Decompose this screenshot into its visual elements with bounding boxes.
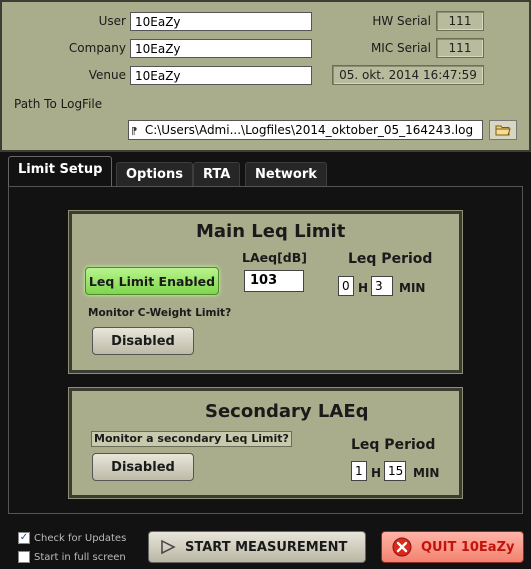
browse-folder-button[interactable] <box>489 120 517 140</box>
company-field[interactable]: 10EaZy <box>130 39 312 58</box>
laeq-limit-input[interactable]: 103 <box>244 270 304 292</box>
check-updates-checkbox[interactable]: ✓ <box>18 532 30 544</box>
laeq-label: LAeq[dB] <box>242 250 307 265</box>
datetime-display: 05. okt. 2014 16:47:59 <box>332 65 484 85</box>
user-label: User <box>98 14 126 28</box>
folder-icon <box>495 125 511 136</box>
main-hours-unit: H <box>358 281 369 295</box>
tab-bar: Limit Setup Options RTA Network <box>0 156 531 186</box>
secondary-leq-period-label: Leq Period <box>351 437 436 453</box>
cweight-label: Monitor C-Weight Limit? <box>88 307 232 319</box>
check-updates-label: Check for Updates <box>34 532 127 544</box>
tab-limit-setup[interactable]: Limit Setup <box>8 156 113 186</box>
quit-label: QUIT 10EaZy <box>421 539 515 555</box>
main-leq-limit-group: Main Leq Limit Leq Limit Enabled LAeq[dB… <box>69 211 462 373</box>
path-label: Path To LogFile <box>14 97 103 111</box>
secondary-laeq-title: Secondary LAEq <box>205 401 369 422</box>
secondary-period-minutes-input[interactable]: 15 <box>384 461 406 481</box>
hw-serial-label: HW Serial <box>372 14 431 28</box>
secondary-minutes-unit: MIN <box>413 466 440 480</box>
play-icon <box>161 539 176 555</box>
fullscreen-checkbox[interactable] <box>18 551 30 563</box>
main-period-hours-input[interactable]: 0 <box>338 276 354 296</box>
secondary-period-hours-input[interactable]: 1 <box>351 461 367 481</box>
main-minutes-unit: MIN <box>399 281 426 295</box>
path-prefix-icon: ⁋ <box>131 126 138 137</box>
secondary-disabled-button[interactable]: Disabled <box>92 453 194 481</box>
user-field[interactable]: 10EaZy <box>130 12 312 31</box>
mic-serial-value: 111 <box>436 38 484 58</box>
main-period-minutes-input[interactable]: 3 <box>371 276 393 296</box>
secondary-laeq-group: Secondary LAEq Monitor a secondary Leq L… <box>69 388 462 498</box>
mic-serial-label: MIC Serial <box>370 41 431 55</box>
start-measurement-label: START MEASUREMENT <box>185 539 348 555</box>
venue-field[interactable]: 10EaZy <box>130 66 312 85</box>
tab-rta[interactable]: RTA <box>193 162 241 186</box>
cweight-disabled-button[interactable]: Disabled <box>92 327 194 355</box>
logfile-path-field[interactable]: ⁋ C:\Users\Admi...\Logfiles\2014_oktober… <box>128 120 483 140</box>
start-measurement-button[interactable]: START MEASUREMENT <box>148 531 366 563</box>
tab-network[interactable]: Network <box>245 162 327 186</box>
main-leq-title: Main Leq Limit <box>196 221 346 242</box>
close-icon <box>392 537 412 557</box>
checkmark-icon: ✓ <box>19 532 29 543</box>
fullscreen-option[interactable]: Start in full screen <box>18 551 126 563</box>
secondary-hours-unit: H <box>371 466 382 480</box>
company-label: Company <box>68 41 126 55</box>
fullscreen-label: Start in full screen <box>34 551 126 563</box>
logfile-path-value: C:\Users\Admi...\Logfiles\2014_oktober_0… <box>144 123 474 137</box>
hw-serial-value: 111 <box>436 11 484 31</box>
leq-period-label: Leq Period <box>348 251 433 267</box>
tab-options[interactable]: Options <box>116 162 193 186</box>
quit-button[interactable]: QUIT 10EaZy <box>381 531 524 563</box>
leq-limit-enabled-button[interactable]: Leq Limit Enabled <box>85 267 219 295</box>
venue-label: Venue <box>88 68 126 82</box>
monitor-secondary-label: Monitor a secondary Leq Limit? <box>91 431 292 447</box>
check-updates-option[interactable]: ✓ Check for Updates <box>18 532 126 544</box>
